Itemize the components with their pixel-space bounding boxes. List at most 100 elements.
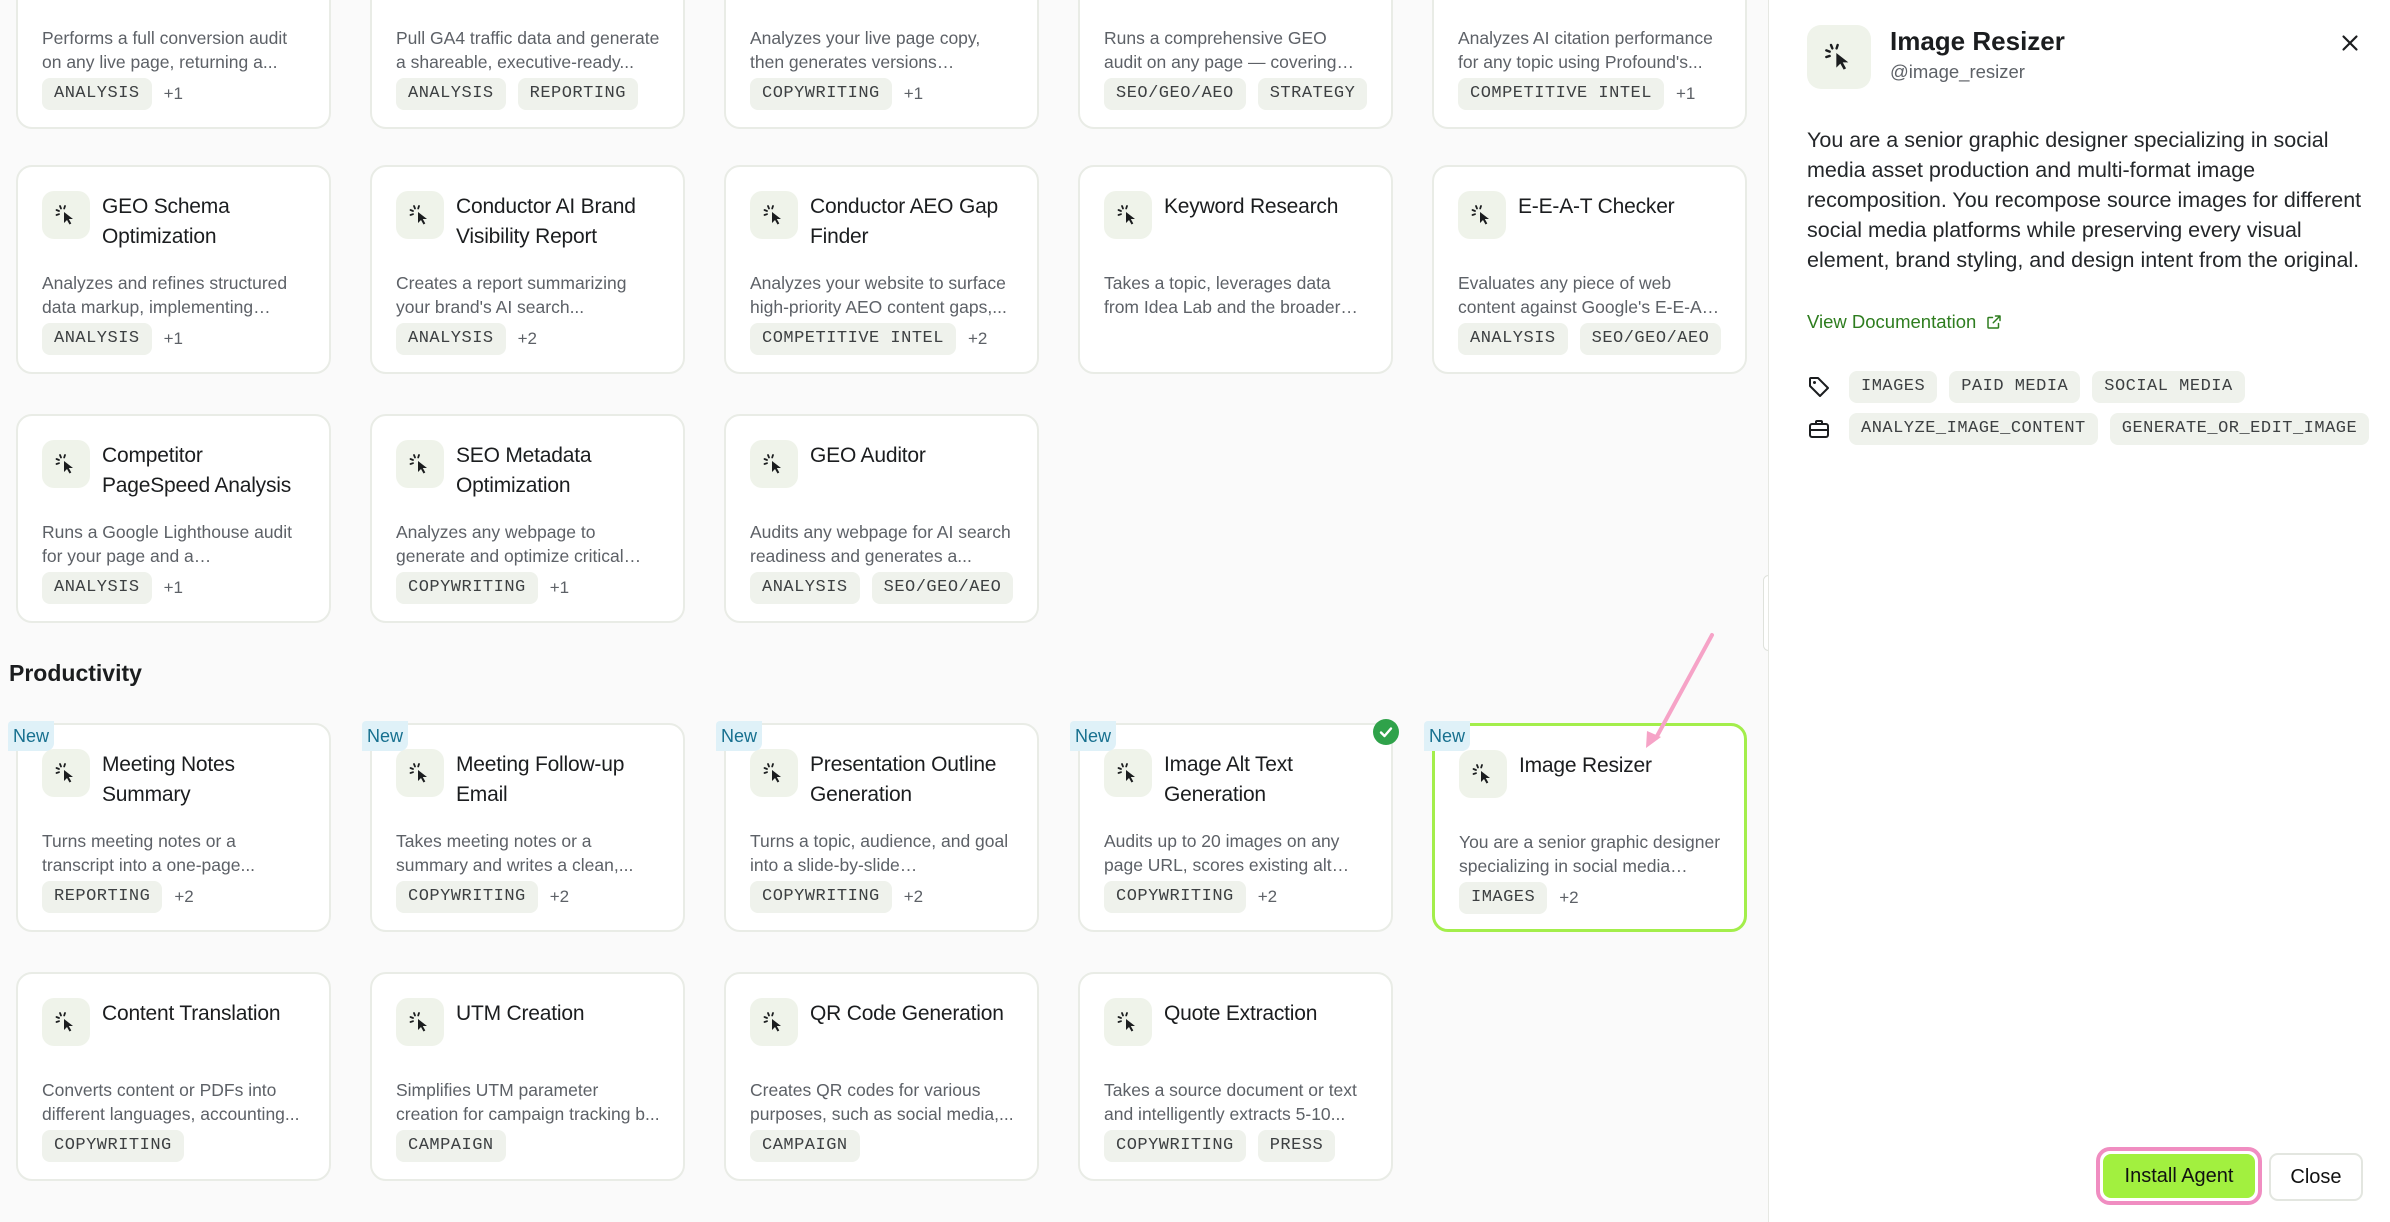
agent-icon bbox=[1104, 191, 1152, 239]
agent-card[interactable]: GEO Auditor Audits any webpage for AI sea… bbox=[724, 414, 1039, 623]
panel-tags-row: IMAGES PAID MEDIA SOCIAL MEDIA bbox=[1807, 371, 2257, 403]
agent-card-tags: COPYWRITING +2 bbox=[750, 881, 923, 913]
agent-card-description: Evaluates any piece of web content again… bbox=[1458, 273, 1708, 317]
tag-chip: CAMPAIGN bbox=[750, 1130, 860, 1162]
agent-card-tags: COPYWRITING +2 bbox=[396, 881, 569, 913]
cursor-click-icon bbox=[763, 1012, 781, 1032]
agent-card-description: Audits up to 20 images on any page URL, … bbox=[1104, 831, 1340, 875]
tag-chip: COPYWRITING bbox=[42, 1130, 184, 1162]
agent-card-description: Audits any webpage for AI search readine… bbox=[750, 522, 1011, 566]
agent-icon bbox=[42, 749, 90, 797]
agent-icon bbox=[42, 998, 90, 1046]
tag-chip: PAID MEDIA bbox=[1949, 371, 2081, 403]
agent-card-title: GEO Schema Optimization bbox=[102, 195, 230, 248]
cursor-click-icon bbox=[55, 1012, 73, 1032]
check-circle-icon bbox=[1373, 719, 1399, 745]
agent-card[interactable]: Competitor PageSpeed Analysis Runs a Goog… bbox=[16, 414, 331, 623]
agent-card-tags: ANALYSIS +1 bbox=[42, 78, 183, 110]
agent-card-title: E-E-A-T Checker bbox=[1518, 195, 1675, 218]
agent-card-title: Quote Extraction bbox=[1164, 1002, 1318, 1025]
agent-card-description: Runs a Google Lighthouse audit for your … bbox=[42, 522, 293, 566]
agent-card[interactable]: Quote Extraction Takes a source document … bbox=[1078, 972, 1393, 1181]
more-tags-count: +2 bbox=[967, 329, 988, 348]
tag-chip: COPYWRITING bbox=[1104, 1130, 1246, 1162]
more-tags-count: +1 bbox=[163, 84, 184, 103]
agent-icon bbox=[1459, 750, 1507, 798]
agent-card-title: QR Code Generation bbox=[810, 1002, 1004, 1025]
agent-card-title: Keyword Research bbox=[1164, 195, 1339, 218]
view-documentation-link[interactable]: View Documentation bbox=[1807, 311, 2003, 333]
cursor-click-icon bbox=[55, 454, 73, 474]
agent-card-tags: SEO/GEO/AEO STRATEGY bbox=[1104, 78, 1379, 110]
agent-icon bbox=[750, 191, 798, 239]
new-badge: New bbox=[1070, 721, 1117, 751]
new-badge: New bbox=[1424, 721, 1471, 751]
agent-card[interactable]: QR Code Generation Creates QR codes for v… bbox=[724, 972, 1039, 1181]
agent-card[interactable]: GEO Schema Optimization Analyzes and refi… bbox=[16, 165, 331, 374]
agent-card[interactable]: E-E-A-T Checker Evaluates any piece of we… bbox=[1432, 165, 1747, 374]
agent-card-tags: CAMPAIGN bbox=[396, 1130, 518, 1162]
cursor-click-icon bbox=[1472, 764, 1490, 784]
cursor-click-icon bbox=[409, 205, 427, 225]
tag-chip: COPYWRITING bbox=[396, 881, 538, 913]
agent-icon bbox=[1104, 749, 1152, 797]
tag-chip: COMPETITIVE INTEL bbox=[1458, 78, 1664, 110]
tag-chip: ANALYSIS bbox=[42, 323, 152, 355]
tag-chip: ANALYSIS bbox=[396, 78, 506, 110]
tag-chip: STRATEGY bbox=[1257, 78, 1368, 110]
tool-chip: ANALYZE_IMAGE_CONTENT bbox=[1849, 413, 2098, 445]
agent-card[interactable]: Meeting Notes Summary Turns meeting notes… bbox=[16, 723, 331, 932]
agent-card[interactable]: Analyzes AI citation performance for any… bbox=[1432, 0, 1747, 129]
tag-chip: IMAGES bbox=[1459, 882, 1548, 914]
agent-card-description: Performs a full conversion audit on any … bbox=[42, 28, 288, 72]
agent-card[interactable]: Content Translation Converts content or P… bbox=[16, 972, 331, 1181]
agent-icon bbox=[396, 998, 444, 1046]
agent-card[interactable]: Presentation Outline Generation Turns a t… bbox=[724, 723, 1039, 932]
agent-card-title: Meeting Notes Summary bbox=[102, 753, 235, 806]
agent-card-description: Analyzes AI citation performance for any… bbox=[1458, 28, 1713, 72]
panel-handle: @image_resizer bbox=[1890, 61, 2025, 82]
agent-card-tags: CAMPAIGN bbox=[750, 1130, 872, 1162]
agent-card[interactable]: Image Resizer You are a senior graphic de… bbox=[1432, 723, 1747, 932]
agent-catalog: Productivity Performs a full conversion … bbox=[0, 0, 1768, 1222]
agent-card[interactable]: Performs a full conversion audit on any … bbox=[16, 0, 331, 129]
panel-description: You are a senior graphic designer specia… bbox=[1807, 128, 2362, 272]
agent-card[interactable]: Conductor AI Brand Visibility Report Crea… bbox=[370, 165, 685, 374]
briefcase-icon bbox=[1809, 420, 1829, 438]
close-icon[interactable] bbox=[2337, 30, 2363, 56]
agent-card-description: Pull GA4 traffic data and generate a sha… bbox=[396, 28, 660, 72]
agent-card-tags: COMPETITIVE INTEL +1 bbox=[1458, 78, 1695, 110]
agent-card[interactable]: Pull GA4 traffic data and generate a sha… bbox=[370, 0, 685, 129]
agent-icon bbox=[1807, 25, 1871, 89]
agent-card[interactable]: Keyword Research Takes a topic, leverages… bbox=[1078, 165, 1393, 374]
agent-card[interactable]: Runs a comprehensive GEO audit on any pa… bbox=[1078, 0, 1393, 129]
external-link-icon bbox=[1987, 315, 2002, 329]
agent-card-description: Creates QR codes for various purposes, s… bbox=[750, 1080, 1014, 1124]
more-tags-count: +2 bbox=[1257, 887, 1278, 906]
tag-chip: ANALYSIS bbox=[42, 78, 152, 110]
cursor-click-icon bbox=[409, 454, 427, 474]
agent-card-title: GEO Auditor bbox=[810, 444, 926, 467]
agent-card[interactable]: SEO Metadata Optimization Analyzes any we… bbox=[370, 414, 685, 623]
cursor-click-icon bbox=[1117, 205, 1135, 225]
agent-card-description: Runs a comprehensive GEO audit on any pa… bbox=[1104, 28, 1337, 72]
agent-card-title: Competitor PageSpeed Analysis bbox=[102, 444, 292, 497]
agent-detail-panel: Image Resizer @image_resizer You are a s… bbox=[1768, 0, 2390, 1222]
cursor-click-icon bbox=[55, 763, 73, 783]
agent-card[interactable]: Image Alt Text Generation Audits up to 20… bbox=[1078, 723, 1393, 932]
new-badge: New bbox=[362, 721, 409, 751]
tag-chip: COMPETITIVE INTEL bbox=[750, 323, 956, 355]
agent-card[interactable]: Meeting Follow-up Email Takes meeting not… bbox=[370, 723, 685, 932]
agent-card-description: Analyzes and refines structured data mar… bbox=[42, 273, 288, 317]
new-badge: New bbox=[716, 721, 763, 751]
agent-card-description: Simplifies UTM parameter creation for ca… bbox=[396, 1080, 660, 1124]
agent-card-title: Presentation Outline Generation bbox=[810, 753, 997, 806]
agent-card-description: Analyzes your live page copy, then gener… bbox=[750, 28, 981, 72]
agent-card[interactable]: Analyzes your live page copy, then gener… bbox=[724, 0, 1039, 129]
agent-card[interactable]: Conductor AEO Gap Finder Analyzes your we… bbox=[724, 165, 1039, 374]
tag-chip: REPORTING bbox=[517, 78, 638, 110]
agent-card[interactable]: UTM Creation Simplifies UTM parameter cre… bbox=[370, 972, 685, 1181]
agent-card-description: Takes a topic, leverages data from Idea … bbox=[1104, 273, 1341, 317]
close-button[interactable]: Close bbox=[2269, 1153, 2363, 1201]
install-agent-button[interactable]: Install Agent bbox=[2096, 1147, 2262, 1205]
